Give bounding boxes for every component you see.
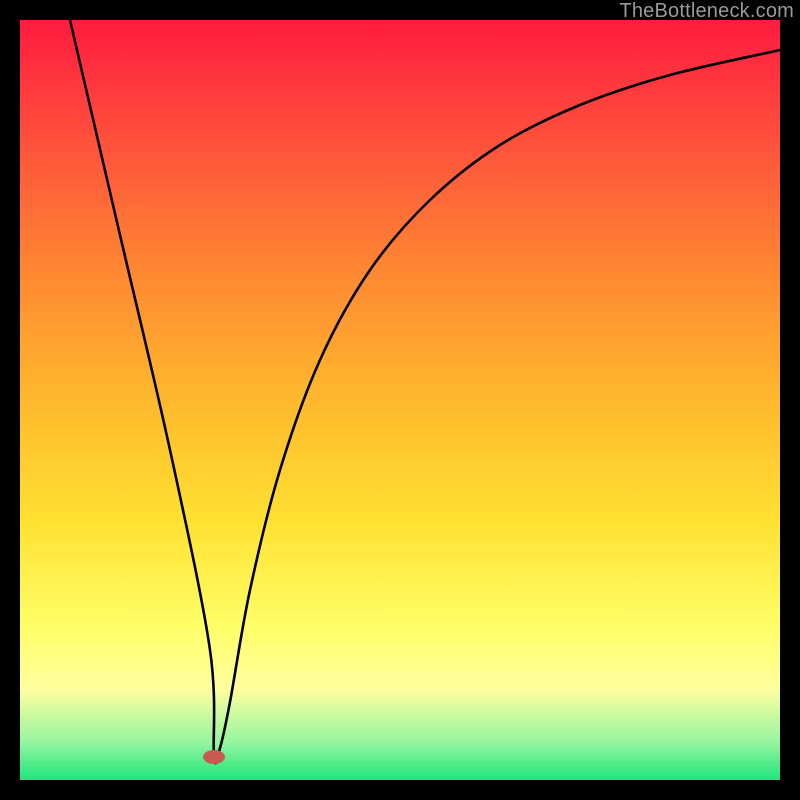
bottleneck-curve — [70, 20, 780, 763]
attribution-label: TheBottleneck.com — [619, 0, 794, 23]
plot-area — [20, 20, 780, 780]
curve-svg — [20, 20, 780, 780]
minimum-marker — [203, 750, 225, 764]
chart-frame: TheBottleneck.com — [0, 0, 800, 800]
